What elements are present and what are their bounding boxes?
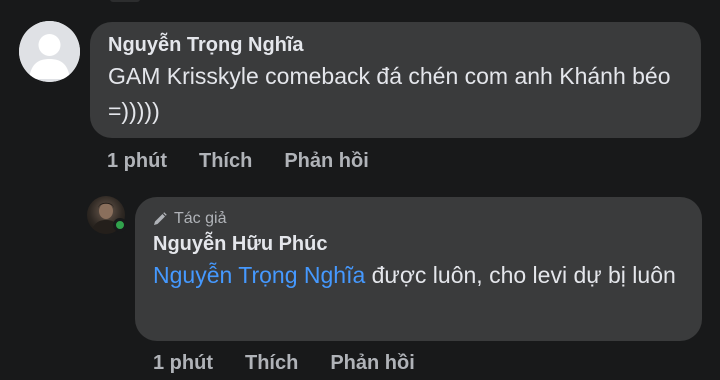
mention-link[interactable]: Nguyễn Trọng Nghĩa xyxy=(153,262,365,288)
online-status-indicator xyxy=(113,218,127,232)
reply-timestamp[interactable]: 1 phút xyxy=(153,352,213,375)
like-button[interactable]: Thích xyxy=(199,150,252,173)
comment-bubble: Nguyễn Trọng Nghĩa GAM Krisskyle comebac… xyxy=(90,22,701,138)
reply-text: Nguyễn Trọng Nghĩa được luôn, cho levi d… xyxy=(153,258,684,293)
reply-like-button[interactable]: Thích xyxy=(245,352,298,375)
comment-timestamp[interactable]: 1 phút xyxy=(107,150,167,173)
reply-button[interactable]: Phản hồi xyxy=(284,150,368,173)
reply-author-name[interactable]: Nguyễn Hữu Phúc xyxy=(153,232,684,256)
reply-text-body: được luôn, cho levi dự bị luôn xyxy=(365,262,676,288)
reply-bubble: Tác giả Nguyễn Hữu Phúc Nguyễn Trọng Ngh… xyxy=(135,197,702,341)
reply-actions: 1 phút Thích Phản hồi xyxy=(153,352,447,375)
comment-actions: 1 phút Thích Phản hồi xyxy=(107,150,401,173)
comment-text: GAM Krisskyle comeback đá chén com anh K… xyxy=(108,63,671,124)
author-badge: Tác giả xyxy=(153,208,684,230)
author-badge-label: Tác giả xyxy=(174,210,227,227)
default-avatar-icon[interactable] xyxy=(19,21,80,82)
comment-author-name[interactable]: Nguyễn Trọng Nghĩa xyxy=(108,33,683,57)
reply-reply-button[interactable]: Phản hồi xyxy=(330,352,414,375)
previous-comment-edge xyxy=(110,0,140,2)
pencil-icon xyxy=(154,212,167,225)
